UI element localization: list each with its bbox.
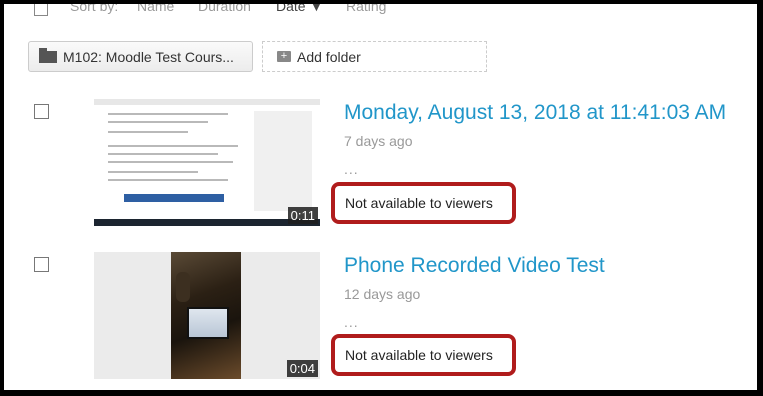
folder-button-label: M102: Moodle Test Cours... <box>63 48 234 65</box>
sort-name-option[interactable]: Name <box>137 4 174 14</box>
sort-rating-option[interactable]: Rating <box>346 4 386 14</box>
video-row: 0:04 Phone Recorded Video Test 12 days a… <box>4 252 757 382</box>
video-title-link[interactable]: Monday, August 13, 2018 at 11:41:03 AM <box>344 101 726 125</box>
video-row: 0:11 Monday, August 13, 2018 at 11:41:03… <box>4 99 757 229</box>
more-options-icon[interactable]: ... <box>344 161 359 177</box>
sort-label: Sort by: <box>70 0 119 14</box>
availability-text: Not available to viewers <box>345 347 493 363</box>
add-folder-button[interactable]: + Add folder <box>262 41 487 72</box>
add-folder-label: Add folder <box>297 48 361 65</box>
availability-status: Not available to viewers <box>331 182 516 224</box>
video-checkbox[interactable] <box>34 104 49 119</box>
video-age: 7 days ago <box>344 133 413 149</box>
availability-status: Not available to viewers <box>331 334 516 376</box>
add-folder-icon: + <box>277 51 291 62</box>
video-duration: 0:11 <box>287 207 318 224</box>
sort-date-option[interactable]: Date ▼ <box>276 4 323 14</box>
screenshot-frame: Sort by: Name Duration Date ▼ Rating M10… <box>0 0 763 396</box>
video-duration: 0:04 <box>286 360 318 377</box>
sort-bar: Sort by: Name Duration Date ▼ Rating <box>4 4 757 22</box>
video-checkbox[interactable] <box>34 257 49 272</box>
folder-icon <box>39 47 57 63</box>
sort-duration-option[interactable]: Duration <box>198 4 251 14</box>
video-thumbnail[interactable]: 0:11 <box>94 99 320 226</box>
select-all-checkbox[interactable] <box>34 4 48 16</box>
more-options-icon[interactable]: ... <box>344 314 359 330</box>
folder-button[interactable]: M102: Moodle Test Cours... <box>28 41 253 72</box>
video-age: 12 days ago <box>344 286 421 302</box>
video-title-link[interactable]: Phone Recorded Video Test <box>344 254 605 278</box>
video-thumbnail[interactable]: 0:04 <box>94 252 320 379</box>
availability-text: Not available to viewers <box>345 195 493 211</box>
